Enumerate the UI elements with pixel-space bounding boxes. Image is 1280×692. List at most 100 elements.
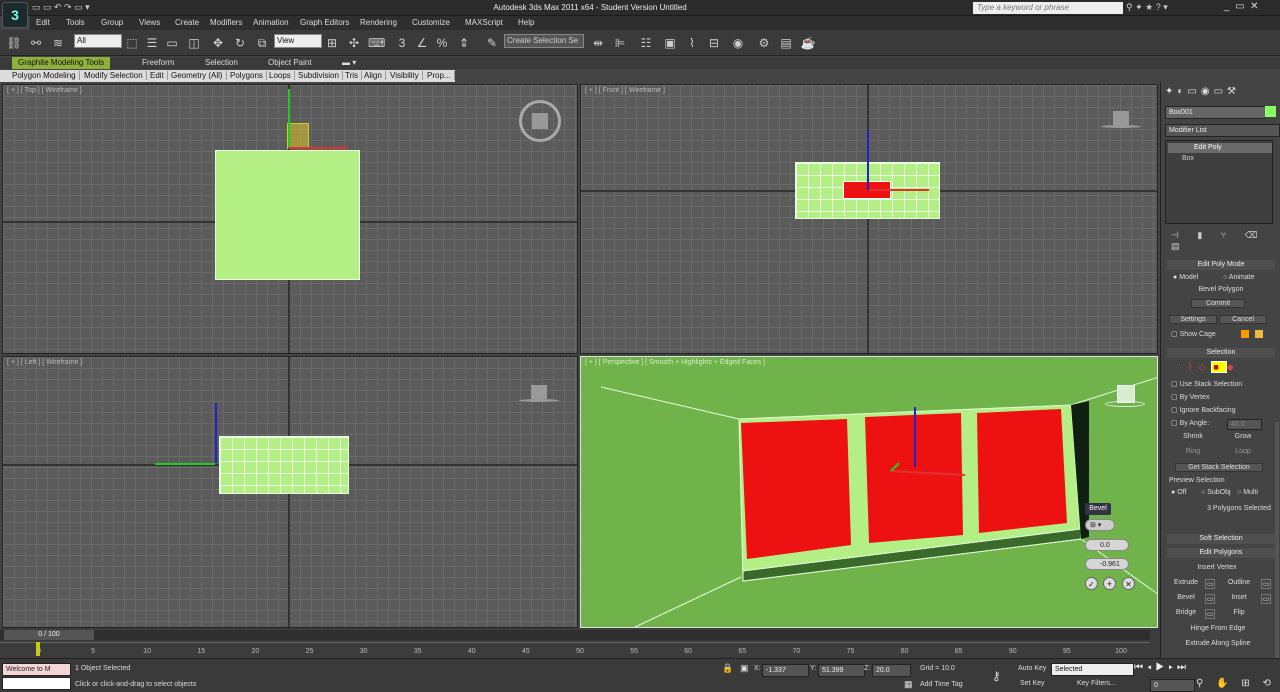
snaps-toggle-icon[interactable]: 3: [394, 35, 410, 51]
ring-button[interactable]: Ring: [1175, 448, 1211, 455]
object-name-field[interactable]: Box001: [1165, 106, 1266, 119]
viewport-nav-controls[interactable]: ⚲ ✋ ⊞ ⟲: [1196, 678, 1280, 689]
panel-polygon-modeling[interactable]: Polygon Modeling: [12, 71, 80, 80]
viewcube-icon[interactable]: [519, 383, 559, 405]
menu-create[interactable]: Create: [175, 18, 199, 27]
outline-button[interactable]: Outline: [1219, 579, 1259, 586]
box-object[interactable]: [219, 436, 349, 494]
gizmo-plane[interactable]: [287, 123, 309, 149]
select-object-icon[interactable]: ⬚: [124, 35, 140, 51]
tab-object-paint[interactable]: Object Paint: [268, 58, 312, 67]
gizmo-x-axis[interactable]: [288, 147, 348, 149]
key-icon[interactable]: ⚷: [992, 669, 1001, 683]
modifier-stack[interactable]: Edit Poly Box: [1165, 140, 1273, 224]
auto-key-button[interactable]: Auto Key: [1018, 665, 1046, 672]
rectangular-selection-icon[interactable]: ▭: [164, 35, 180, 51]
previous-frame-icon[interactable]: ◂: [1147, 662, 1156, 673]
rollout-edit-poly-mode[interactable]: Edit Poly Mode: [1167, 260, 1275, 270]
menu-edit[interactable]: Edit: [36, 18, 50, 27]
panel-properties[interactable]: Prop...: [427, 71, 455, 80]
menu-group[interactable]: Group: [101, 18, 123, 27]
selection-filter-dropdown[interactable]: All: [74, 34, 122, 48]
command-panel-tabs[interactable]: ✦◐▭◉▭⚒: [1165, 86, 1277, 100]
bridge-settings-icon[interactable]: ▭: [1205, 609, 1215, 619]
select-move-icon[interactable]: ✥: [210, 35, 226, 51]
caddy-cancel-icon[interactable]: ✕: [1122, 577, 1135, 590]
viewport-left[interactable]: [ + ] [ Left ] [ Wireframe ]: [2, 356, 578, 628]
next-frame-icon[interactable]: ▸: [1168, 662, 1177, 673]
by-vertex-checkbox[interactable]: ▢ By Vertex: [1171, 393, 1210, 401]
playback-controls[interactable]: ⏮◂▶▸⏭: [1134, 662, 1280, 673]
tab-freeform[interactable]: Freeform: [142, 58, 174, 67]
panel-modify-selection[interactable]: Modify Selection: [84, 71, 147, 80]
viewport-label[interactable]: [ + ] [ Top ] [ Wireframe ]: [7, 87, 82, 94]
key-filters-button[interactable]: Key Filters...: [1077, 680, 1116, 687]
go-to-end-icon[interactable]: ⏭: [1177, 662, 1190, 673]
inset-button[interactable]: Inset: [1219, 594, 1259, 601]
window-controls[interactable]: _ ▭ ✕: [1224, 1, 1280, 12]
extrude-along-spline-button[interactable]: Extrude Along Spline: [1175, 640, 1261, 647]
maxscript-listener-field[interactable]: Welcome to M: [2, 663, 71, 676]
maximize-icon[interactable]: ▭: [1235, 1, 1244, 12]
reference-coordinate-dropdown[interactable]: View: [274, 34, 322, 48]
polygon-level-icon[interactable]: ■: [1211, 361, 1227, 373]
select-manipulate-icon[interactable]: ✣: [346, 35, 362, 51]
menu-help[interactable]: Help: [518, 18, 534, 27]
angle-snap-icon[interactable]: ∠: [414, 35, 430, 51]
absolute-mode-icon[interactable]: ▣: [740, 663, 749, 674]
select-scale-icon[interactable]: ⧉: [254, 35, 270, 51]
panel-geometry-all[interactable]: Geometry (All): [171, 71, 227, 80]
preview-subobj-radio[interactable]: ○ SubObj: [1201, 489, 1231, 496]
extrude-button[interactable]: Extrude: [1169, 579, 1203, 586]
bevel-button[interactable]: Bevel: [1169, 594, 1203, 601]
viewport-label[interactable]: [ + ] [ Front ] [ Wireframe ]: [585, 87, 665, 94]
panel-tris[interactable]: Tris: [345, 71, 363, 80]
bevel-settings-icon[interactable]: ▭: [1205, 594, 1215, 604]
unlink-icon[interactable]: ⚯: [28, 35, 44, 51]
menu-graph-editors[interactable]: Graph Editors: [300, 18, 349, 27]
panel-polygons[interactable]: Polygons: [230, 71, 267, 80]
settings-button[interactable]: Settings: [1169, 315, 1217, 324]
spinner-snap-icon[interactable]: ⇕: [456, 35, 472, 51]
app-logo-icon[interactable]: 3: [2, 2, 28, 28]
viewport-top[interactable]: [ + ] [ Top ] [ Wireframe ]: [2, 84, 578, 354]
tab-graphite-modeling-tools[interactable]: Graphite Modeling Tools: [12, 57, 111, 69]
time-slider-handle[interactable]: 0 / 100: [4, 630, 94, 640]
by-angle-field[interactable]: 45.0: [1227, 419, 1262, 430]
select-rotate-icon[interactable]: ↻: [232, 35, 248, 51]
render-production-icon[interactable]: ☕: [800, 35, 816, 51]
quick-access-toolbar[interactable]: ▭ ▭ ↶ ↷ ▭ ▾: [32, 2, 142, 14]
caddy-height-field[interactable]: 0.0: [1085, 539, 1129, 551]
play-icon[interactable]: ▶: [1156, 662, 1169, 673]
edit-named-selection-icon[interactable]: ✎: [484, 35, 500, 51]
panel-visibility[interactable]: Visibility: [390, 71, 423, 80]
hinge-from-edge-button[interactable]: Hinge From Edge: [1175, 625, 1261, 632]
caddy-ok-icon[interactable]: ✓: [1085, 577, 1098, 590]
panel-subdivision[interactable]: Subdivision: [298, 71, 343, 80]
percent-snap-icon[interactable]: %: [434, 35, 450, 51]
close-icon[interactable]: ✕: [1250, 1, 1258, 12]
panel-edit[interactable]: Edit: [150, 71, 168, 80]
grow-button[interactable]: Grow: [1225, 433, 1261, 440]
command-panel-scrollbar[interactable]: [1275, 422, 1279, 662]
curve-editor-icon[interactable]: ⌇: [684, 35, 700, 51]
use-stack-selection-checkbox[interactable]: ▢ Use Stack Selection: [1171, 380, 1242, 388]
gizmo-z-axis[interactable]: [215, 403, 217, 463]
y-coordinate-field[interactable]: 51.399: [818, 664, 865, 677]
key-mode-dropdown[interactable]: Selected: [1051, 663, 1134, 676]
window-crossing-icon[interactable]: ◫: [186, 35, 202, 51]
schematic-view-icon[interactable]: ⊟: [706, 35, 722, 51]
time-slider[interactable]: 0 / 100 0 5 10 15 20 25 30 35 40 45 50 55 60 65 70 75 80…: [0, 628, 1160, 658]
menu-animation[interactable]: Animation: [253, 18, 289, 27]
ribbon-options-icon[interactable]: ▬ ▾: [342, 58, 356, 67]
caddy-bevel-type-dropdown[interactable]: ⊞ ▾: [1085, 519, 1115, 531]
bind-spacewarp-icon[interactable]: ≋: [50, 35, 66, 51]
flip-button[interactable]: Flip: [1219, 609, 1259, 616]
graphite-toggle-icon[interactable]: ▣: [662, 35, 678, 51]
by-angle-checkbox[interactable]: ▢ By Angle:: [1171, 419, 1209, 427]
time-slider-track[interactable]: 0 / 100: [0, 630, 1150, 640]
set-key-button[interactable]: Set Key: [1020, 680, 1045, 687]
stack-item-edit-poly[interactable]: Edit Poly: [1168, 143, 1272, 153]
menu-maxscript[interactable]: MAXScript: [465, 18, 503, 27]
preview-multi-radio[interactable]: ○ Multi: [1237, 489, 1258, 496]
